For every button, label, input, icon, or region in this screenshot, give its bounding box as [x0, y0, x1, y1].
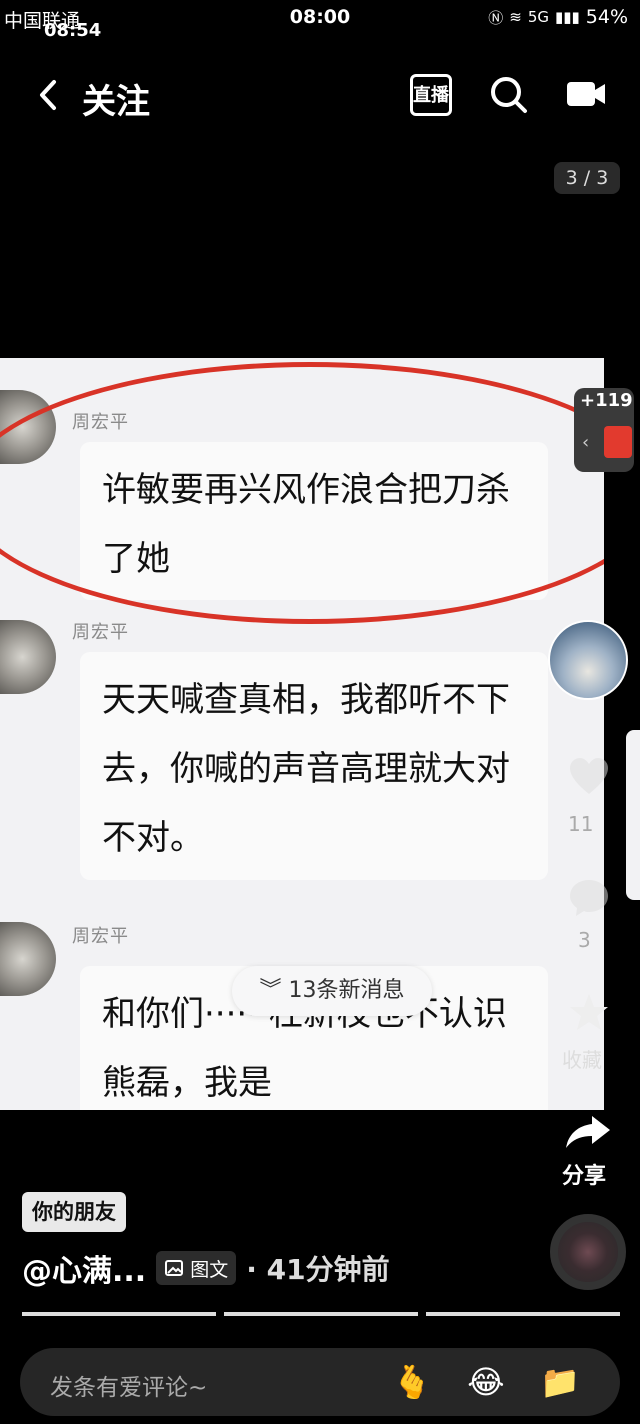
- live-button[interactable]: 直播: [410, 74, 452, 116]
- eraser-icon[interactable]: 📁: [540, 1362, 580, 1402]
- author-name[interactable]: @心满...: [22, 1246, 146, 1290]
- new-messages-label: 13条新消息: [288, 978, 405, 1003]
- comment-count: 3: [578, 928, 591, 952]
- comment-icon[interactable]: [566, 874, 612, 920]
- new-messages-pill: ︾ 13条新消息: [232, 966, 432, 1016]
- network-label: 5G: [527, 8, 549, 26]
- post-time: · 41分钟前: [246, 1253, 390, 1286]
- sender-name: 周宏平: [72, 926, 129, 947]
- progress-segment: [22, 1312, 216, 1316]
- laugh-cry-icon[interactable]: 😂: [466, 1362, 506, 1402]
- highlight-circle: [0, 362, 604, 624]
- red-packet-count: +119: [580, 390, 633, 411]
- favorite-label: 收藏: [562, 1048, 602, 1072]
- star-icon[interactable]: [566, 990, 612, 1036]
- heart-icon[interactable]: [566, 754, 612, 800]
- post-meta: @心满... 图文 · 41分钟前: [22, 1246, 390, 1290]
- search-icon[interactable]: [488, 74, 528, 114]
- camera-icon[interactable]: [565, 78, 607, 110]
- share-label: 分享: [562, 1164, 607, 1189]
- post-type-tag: 图文: [156, 1251, 237, 1285]
- status-bar: 中国联通 08:54 08:00 Ⓝ ≋ 5G ▮▮▮ 54%: [0, 0, 640, 41]
- page-title: 关注: [82, 82, 150, 122]
- sender-avatar: [0, 922, 56, 996]
- progress-segment: [426, 1312, 620, 1316]
- message-bubble: 天天喊查真相，我都听不下去，你喊的声音高理就大对不对。: [80, 652, 548, 880]
- sender-name: 周宏平: [72, 622, 129, 643]
- top-nav: 关注 直播: [0, 60, 640, 130]
- chevron-left-icon: ‹: [582, 432, 590, 453]
- image-icon: [165, 1260, 184, 1276]
- back-icon[interactable]: [34, 78, 64, 112]
- wifi-icon: ≋: [509, 8, 522, 26]
- share-icon[interactable]: [562, 1112, 612, 1152]
- post-type-label: 图文: [190, 1258, 229, 1281]
- page-counter: 3 / 3: [554, 162, 620, 194]
- red-envelope-icon: [604, 426, 632, 458]
- signal-icon: ▮▮▮: [555, 8, 580, 26]
- status-icons: Ⓝ ≋ 5G ▮▮▮ 54%: [488, 6, 628, 28]
- friend-tag: 你的朋友: [22, 1192, 126, 1232]
- rail-edge: [626, 730, 640, 900]
- progress-segment: [224, 1312, 418, 1316]
- sender-avatar: [0, 620, 56, 694]
- music-disc[interactable]: [550, 1214, 626, 1290]
- chevrons-down-icon: ︾: [259, 978, 289, 1003]
- battery-level: 54%: [585, 6, 628, 28]
- finger-heart-icon[interactable]: 🫰: [392, 1362, 432, 1402]
- like-count: 11: [568, 812, 594, 836]
- comment-input[interactable]: 发条有爱评论~: [50, 1368, 207, 1402]
- nfc-icon: Ⓝ: [488, 8, 504, 27]
- post-image[interactable]: 周宏平 许敏要再兴风作浪合把刀杀了她 周宏平 天天喊查真相，我都听不下去，你喊的…: [0, 358, 604, 1110]
- author-avatar[interactable]: [548, 620, 628, 700]
- comment-bar[interactable]: 发条有爱评论~ 🫰 😂 📁: [20, 1348, 620, 1416]
